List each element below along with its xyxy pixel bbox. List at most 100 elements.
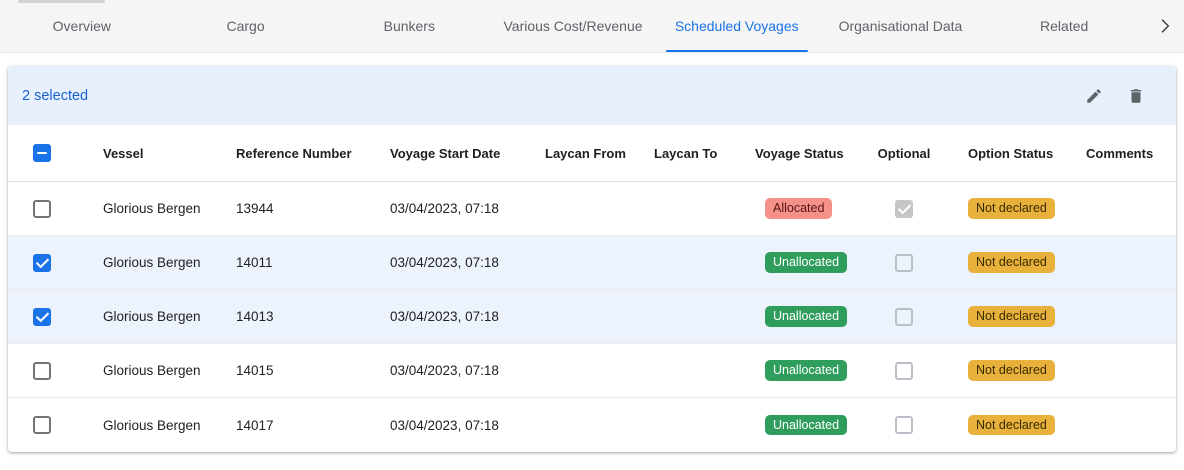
selection-banner: 2 selected <box>8 66 1176 125</box>
row-select-cell <box>8 290 95 343</box>
optional-checkbox[interactable] <box>895 362 913 380</box>
row-select-cell <box>8 344 95 397</box>
laycan-to-cell <box>646 290 747 343</box>
table-row: Glorious Bergen1401503/04/2023, 07:18Una… <box>8 344 1176 398</box>
scheduled-voyages-card: 2 selected Vessel Reference Number Voyag… <box>8 66 1176 452</box>
optional-cell <box>868 236 940 289</box>
vessel-value: Glorious Bergen <box>103 309 201 324</box>
vessel-cell: Glorious Bergen <box>95 236 228 289</box>
voyage-status-badge: Unallocated <box>765 415 847 436</box>
tab-scheduled-voyages[interactable]: Scheduled Voyages <box>655 0 819 52</box>
reference-number-cell: 14011 <box>228 236 382 289</box>
tab-label: Organisational Data <box>839 18 963 34</box>
reference-number-cell: 14017 <box>228 398 382 452</box>
comments-cell <box>1078 398 1176 452</box>
column-header-option-status: Option Status <box>940 125 1078 181</box>
row-select-checkbox[interactable] <box>33 416 51 434</box>
option-status-badge: Not declared <box>968 360 1055 381</box>
voyage-status-cell: Allocated <box>747 182 868 235</box>
option-status-badge: Not declared <box>968 198 1055 219</box>
voyage-status-badge: Unallocated <box>765 360 847 381</box>
optional-checkbox[interactable] <box>895 308 913 326</box>
select-all-checkbox[interactable] <box>33 144 51 162</box>
vessel-value: Glorious Bergen <box>103 363 201 378</box>
voyage-start-date-value: 03/04/2023, 07:18 <box>390 201 499 216</box>
column-header-voyage-status: Voyage Status <box>747 125 868 181</box>
tabs-overflow-button[interactable] <box>1146 0 1184 52</box>
pencil-icon <box>1085 87 1103 105</box>
comments-cell <box>1078 182 1176 235</box>
tab-label: Scheduled Voyages <box>675 18 799 34</box>
optional-cell <box>868 398 940 452</box>
table-body: Glorious Bergen1394403/04/2023, 07:18All… <box>8 182 1176 452</box>
voyage-status-cell: Unallocated <box>747 290 868 343</box>
option-status-cell: Not declared <box>940 290 1078 343</box>
voyage-status-badge: Unallocated <box>765 252 847 273</box>
row-select-cell <box>8 398 95 452</box>
vessel-cell: Glorious Bergen <box>95 290 228 343</box>
edit-button[interactable] <box>1084 86 1104 106</box>
laycan-to-cell <box>646 344 747 397</box>
reference-number-value: 14017 <box>236 418 274 433</box>
column-header-laycan-to: Laycan To <box>646 125 747 181</box>
optional-checkbox[interactable] <box>895 254 913 272</box>
column-header-reference-number: Reference Number <box>228 125 382 181</box>
option-status-badge: Not declared <box>968 252 1055 273</box>
option-status-badge: Not declared <box>968 415 1055 436</box>
vessel-value: Glorious Bergen <box>103 201 201 216</box>
column-header-vessel: Vessel <box>95 125 228 181</box>
table-row: Glorious Bergen 14017 03/04/2023, 07:18 Una… <box>8 398 1176 452</box>
column-header-optional: Optional <box>868 125 940 181</box>
vessel-value: Glorious Bergen <box>103 255 201 270</box>
voyage-status-cell: Unallocated <box>747 398 868 452</box>
tab-bunkers[interactable]: Bunkers <box>327 0 491 52</box>
reference-number-cell: 14015 <box>228 344 382 397</box>
reference-number-value: 14011 <box>236 255 273 270</box>
tab-label: Various Cost/Revenue <box>503 18 642 34</box>
vessel-cell: Glorious Bergen <box>95 344 228 397</box>
tab-label: Cargo <box>227 18 265 34</box>
tab-related[interactable]: Related <box>982 0 1146 52</box>
active-tab-underline <box>666 50 808 52</box>
optional-cell <box>868 344 940 397</box>
laycan-from-cell <box>537 182 646 235</box>
selected-count-label: 2 selected <box>22 88 88 104</box>
tab-various-cost-revenue[interactable]: Various Cost/Revenue <box>491 0 655 52</box>
voyage-start-date-value: 03/04/2023, 07:18 <box>390 309 499 324</box>
row-select-checkbox[interactable] <box>33 254 51 272</box>
comments-cell <box>1078 290 1176 343</box>
tab-organisational-data[interactable]: Organisational Data <box>819 0 983 52</box>
row-select-cell <box>8 182 95 235</box>
tab-cargo[interactable]: Cargo <box>164 0 328 52</box>
laycan-from-cell <box>537 344 646 397</box>
row-select-checkbox[interactable] <box>33 362 51 380</box>
row-select-checkbox[interactable] <box>33 200 51 218</box>
tab-overview[interactable]: Overview <box>0 0 164 52</box>
tab-label: Bunkers <box>384 18 435 34</box>
voyage-status-badge: Unallocated <box>765 306 847 327</box>
vessel-cell: Glorious Bergen <box>95 398 228 452</box>
option-status-cell: Not declared <box>940 344 1078 397</box>
voyage-start-date-cell: 03/04/2023, 07:18 <box>382 290 537 343</box>
laycan-from-cell <box>537 236 646 289</box>
column-header-comments: Comments <box>1078 125 1176 181</box>
voyage-status-cell: Unallocated <box>747 236 868 289</box>
voyage-start-date-value: 03/04/2023, 07:18 <box>390 418 499 433</box>
optional-checkbox <box>895 200 913 218</box>
selection-actions <box>1084 86 1146 106</box>
vessel-value: Glorious Bergen <box>103 418 201 433</box>
voyage-start-date-cell: 03/04/2023, 07:18 <box>382 236 537 289</box>
option-status-cell: Not declared <box>940 236 1078 289</box>
column-header-laycan-from: Laycan From <box>537 125 646 181</box>
laycan-from-cell <box>537 398 646 452</box>
tab-label: Related <box>1040 18 1088 34</box>
row-select-checkbox[interactable] <box>33 308 51 326</box>
comments-cell <box>1078 344 1176 397</box>
reference-number-cell: 14013 <box>228 290 382 343</box>
table-header-row: Vessel Reference Number Voyage Start Dat… <box>8 125 1176 182</box>
voyage-status-cell: Unallocated <box>747 344 868 397</box>
table-row: Glorious Bergen1394403/04/2023, 07:18All… <box>8 182 1176 236</box>
voyage-status-badge: Allocated <box>765 198 832 219</box>
delete-button[interactable] <box>1126 86 1146 106</box>
optional-checkbox[interactable] <box>895 416 913 434</box>
